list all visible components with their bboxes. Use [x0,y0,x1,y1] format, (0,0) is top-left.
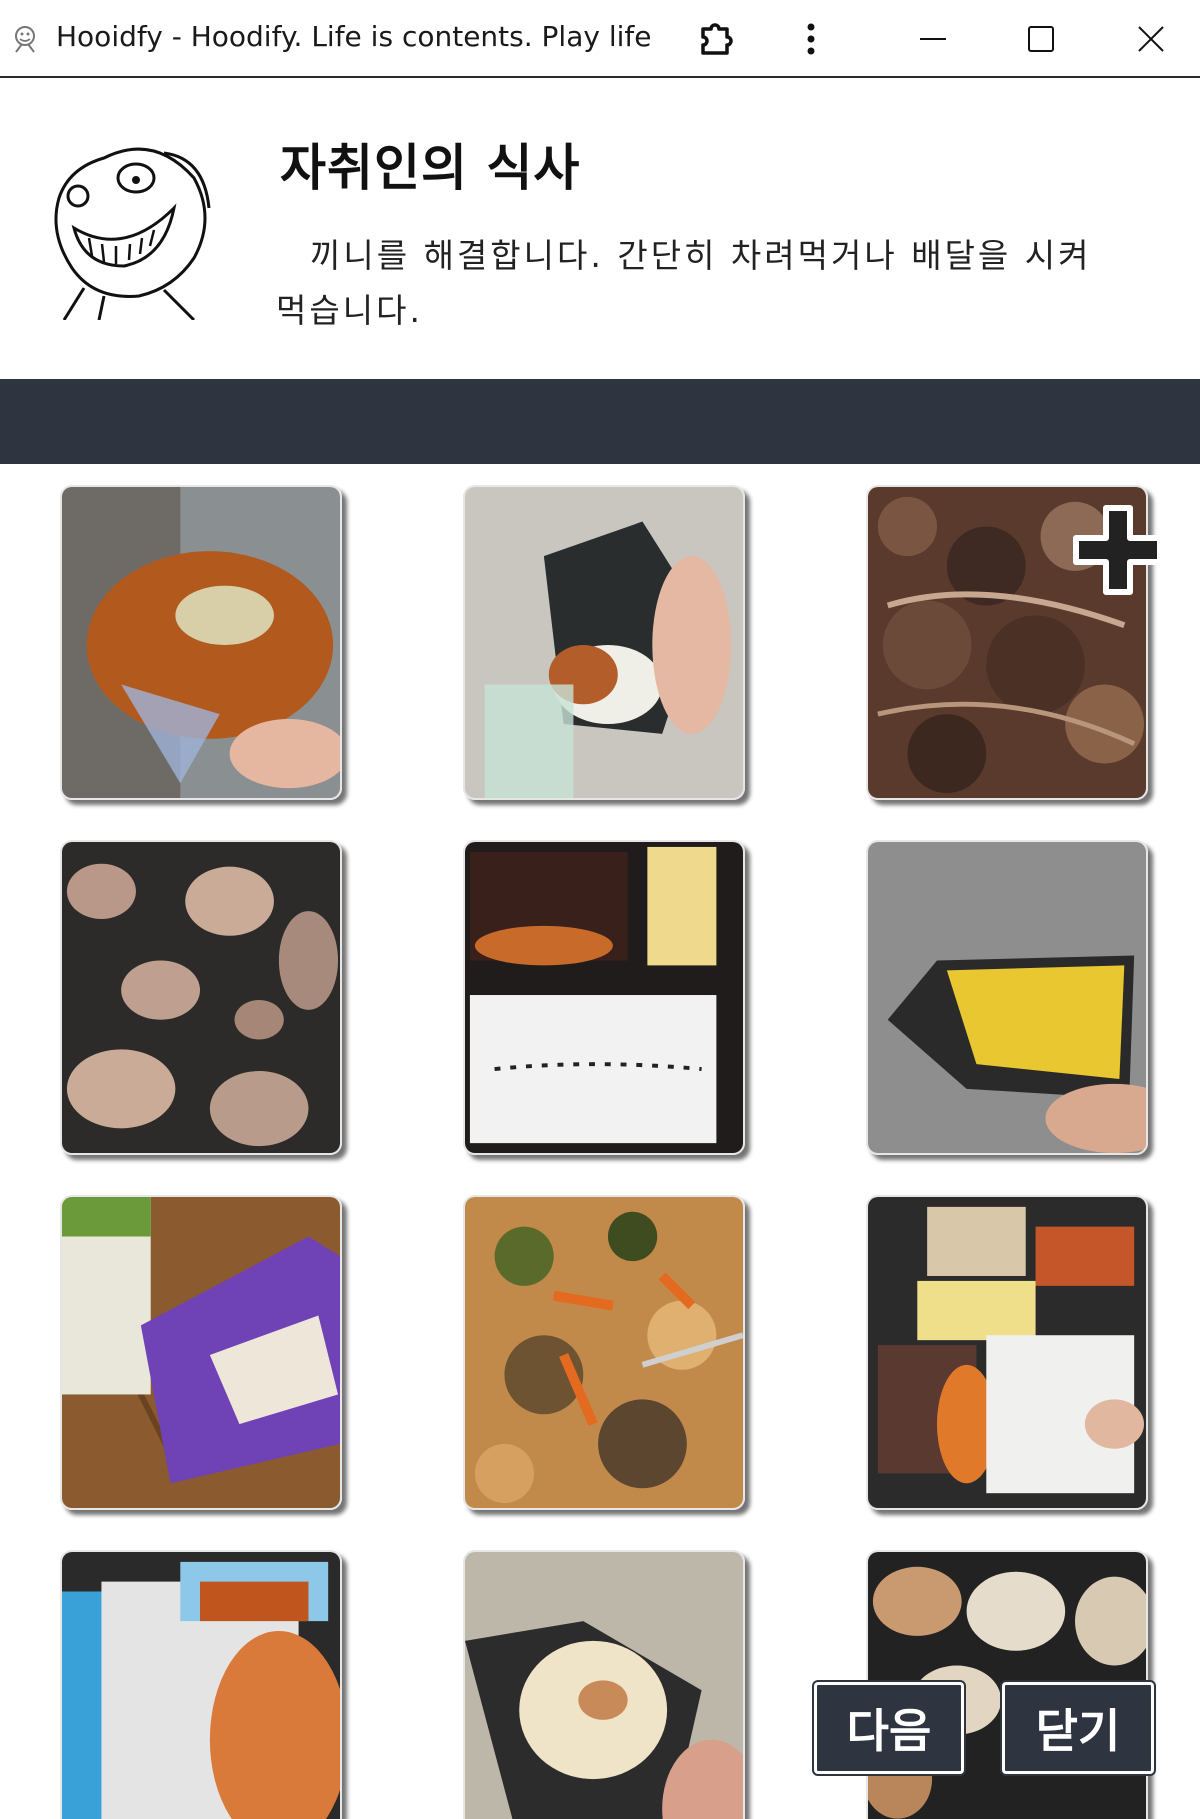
photo-kimbap [465,487,743,798]
photo-tile[interactable] [463,1550,745,1819]
maximize-icon [1028,26,1054,52]
photo-tile[interactable] [866,1195,1148,1510]
close-button[interactable]: 닫기 [1002,1682,1154,1774]
photo-tile[interactable] [463,1195,745,1510]
minimize-button[interactable] [908,14,958,64]
photo-tile[interactable] [60,840,342,1155]
photo-snacks [62,1552,340,1819]
page-description: 끼니를 해결합니다. 간단히 차려먹거나 배달을 시켜먹습니다. [276,236,1092,330]
photo-grilled-pork [62,842,340,1153]
page-title: 자취인의 식사 [280,139,581,197]
puzzle-icon [701,23,733,55]
photo-tile[interactable] [60,1195,342,1510]
photo-rice-cake [62,1197,340,1508]
photo-kimbap-roll [465,1552,743,1819]
photo-yellow-kimbap [868,842,1146,1153]
close-window-button[interactable] [1126,14,1176,64]
photo-tile[interactable] [60,485,342,800]
more-menu-button[interactable] [786,14,836,64]
title-bar: Hooidfy - Hoodify. Life is contents. Pla… [0,0,1200,78]
extensions-button[interactable] [692,14,742,64]
app-logo-icon [15,26,35,53]
minimize-icon [920,38,946,40]
more-vertical-icon [807,23,815,55]
toolbar-band [0,379,1200,464]
photo-lunch-box [868,1197,1146,1508]
app-window: Hooidfy - Hoodify. Life is contents. Pla… [0,0,1200,1819]
photo-dosirak [465,842,743,1153]
photo-tile[interactable] [463,840,745,1155]
window-title: Hooidfy - Hoodify. Life is contents. Pla… [56,20,652,53]
photo-tile[interactable] [866,840,1148,1155]
add-icon[interactable] [1070,502,1166,598]
photo-tile[interactable] [463,485,745,800]
maximize-button[interactable] [1016,14,1066,64]
trollface-avatar [54,147,211,320]
photo-fried-rice [465,1197,743,1508]
photo-tile[interactable] [60,1550,342,1819]
close-icon [1138,26,1164,52]
photo-croquette [62,487,340,798]
photo-grid [0,464,1200,1819]
next-button[interactable]: 다음 [814,1682,964,1774]
